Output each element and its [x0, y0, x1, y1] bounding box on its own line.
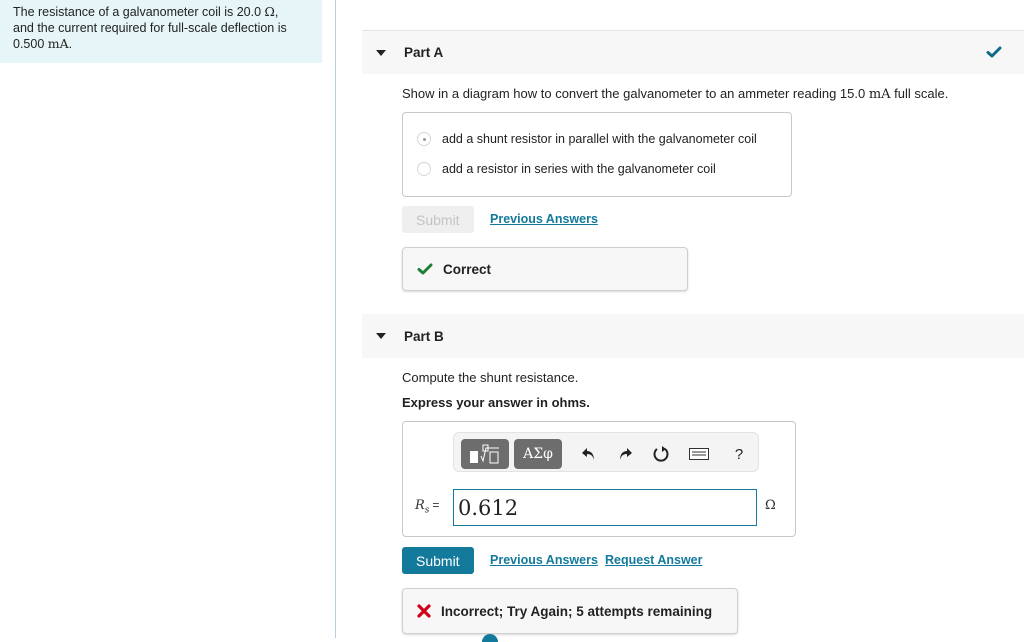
help-button[interactable]: ? — [728, 443, 750, 465]
problem-line-3: 0.500 mA. — [13, 36, 73, 51]
variable-label: Rs = — [415, 498, 440, 516]
answer-choices: add a shunt resistor in parallel with th… — [402, 112, 792, 197]
checkmark-icon — [417, 263, 433, 275]
keyboard-icon[interactable] — [688, 443, 710, 465]
part-a-feedback: Correct — [402, 247, 688, 291]
part-b-feedback: Incorrect; Try Again; 5 attempts remaini… — [402, 588, 738, 634]
redo-icon[interactable] — [614, 443, 636, 465]
partial-element-offscreen — [482, 634, 498, 642]
part-b-submit-button[interactable]: Submit — [402, 547, 474, 574]
problem-line-2: and the current required for full-scale … — [13, 21, 287, 35]
templates-icon — [470, 444, 499, 464]
choice-shunt-parallel[interactable]: add a shunt resistor in parallel with th… — [417, 132, 757, 146]
problem-line-1: The resistance of a galvanometer coil is… — [13, 4, 279, 19]
column-divider — [335, 0, 336, 638]
feedback-text: Correct — [443, 261, 492, 277]
ohm-unit: Ω — [264, 4, 275, 19]
symbols-button[interactable]: ΑΣφ — [514, 439, 562, 469]
answer-input[interactable] — [453, 489, 757, 526]
part-b-instruction: Express your answer in ohms. — [402, 395, 590, 410]
templates-button[interactable] — [461, 439, 509, 469]
milliamp-unit: mA — [47, 36, 69, 51]
choice-series-resistor[interactable]: add a resistor in series with the galvan… — [417, 162, 716, 176]
math-toolbar: ΑΣφ ? — [453, 432, 759, 472]
part-b-question: Compute the shunt resistance. — [402, 370, 579, 385]
part-a-header[interactable]: Part A — [362, 30, 1024, 74]
request-answer-link[interactable]: Request Answer — [605, 553, 702, 567]
radio-button-selected[interactable] — [417, 132, 431, 146]
part-a-question: Show in a diagram how to convert the gal… — [402, 86, 949, 102]
part-b-previous-answers-link[interactable]: Previous Answers — [490, 553, 598, 567]
collapse-caret-icon[interactable] — [376, 49, 386, 56]
answer-input-row: Rs= Ω — [403, 488, 797, 528]
part-a-previous-answers-link[interactable]: Previous Answers — [490, 212, 598, 226]
problem-statement: The resistance of a galvanometer coil is… — [0, 0, 322, 63]
x-mark-icon — [417, 604, 431, 618]
part-a-submit-button[interactable]: Submit — [402, 206, 474, 233]
feedback-text: Incorrect; Try Again; 5 attempts remaini… — [441, 603, 713, 619]
reset-icon[interactable] — [650, 443, 672, 465]
undo-icon[interactable] — [578, 443, 600, 465]
answer-box: ΑΣφ ? Rs= Ω — [402, 421, 796, 537]
part-a-title: Part A — [404, 45, 444, 60]
part-b-header[interactable]: Part B — [362, 314, 1024, 358]
collapse-caret-icon[interactable] — [376, 333, 386, 339]
checkmark-icon — [986, 46, 1002, 58]
part-b-title: Part B — [404, 328, 444, 344]
radio-button[interactable] — [417, 162, 431, 176]
milliamp-unit: mA — [868, 87, 891, 102]
unit-label: Ω — [765, 498, 776, 513]
